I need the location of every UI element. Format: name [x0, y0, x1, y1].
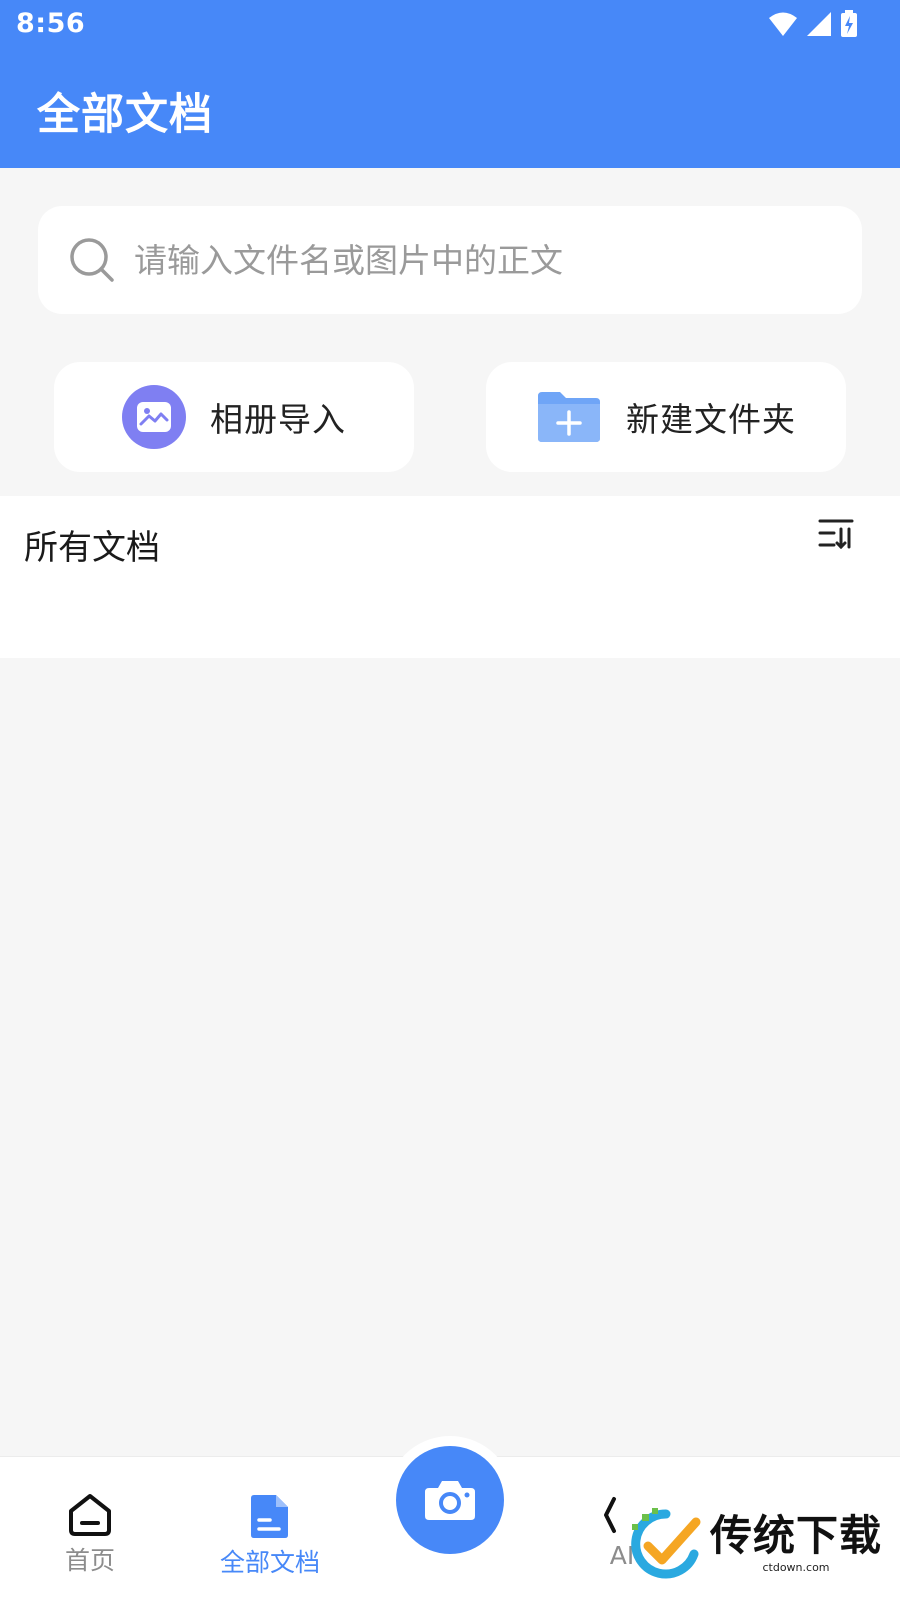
- status-icons: [768, 10, 858, 38]
- camera-button-wrapper: [386, 1436, 514, 1564]
- app-header: 全部文档: [0, 50, 900, 168]
- camera-icon: [425, 1481, 475, 1520]
- nav-label-documents: 全部文档: [219, 1548, 320, 1577]
- section-title: 所有文档: [24, 528, 160, 568]
- home-icon: [69, 1494, 111, 1536]
- photo-album-icon: [122, 385, 186, 449]
- nav-item-home[interactable]: 首页: [10, 1493, 170, 1577]
- camera-button[interactable]: [396, 1446, 504, 1554]
- documents-section: 所有文档: [0, 496, 900, 658]
- search-input[interactable]: [134, 240, 834, 280]
- watermark-text: 传统下载: [710, 1510, 883, 1560]
- document-icon: [251, 1495, 288, 1538]
- nav-label-home: 首页: [64, 1546, 115, 1575]
- cellular-signal-icon: [807, 12, 831, 36]
- watermark-logo: 传统下载 ctdown.com: [628, 1502, 890, 1586]
- watermark-subtext: ctdown.com: [762, 1560, 830, 1574]
- status-bar: 8:56: [0, 0, 900, 50]
- watermark-emblem-icon: [631, 1508, 701, 1579]
- new-folder-button[interactable]: 新建文件夹: [486, 362, 846, 472]
- page-title: 全部文档: [37, 90, 213, 140]
- sort-icon[interactable]: [818, 518, 854, 550]
- wifi-icon: [769, 12, 797, 36]
- search-box[interactable]: [38, 206, 862, 314]
- battery-charging-icon: [841, 10, 857, 37]
- new-folder-label: 新建文件夹: [626, 400, 796, 439]
- album-import-label: 相册导入: [210, 400, 346, 439]
- album-import-button[interactable]: 相册导入: [54, 362, 414, 472]
- search-icon: [70, 238, 114, 282]
- nav-item-documents[interactable]: 全部文档: [190, 1493, 350, 1579]
- folder-plus-icon: [538, 392, 600, 442]
- status-time: 8:56: [16, 8, 86, 39]
